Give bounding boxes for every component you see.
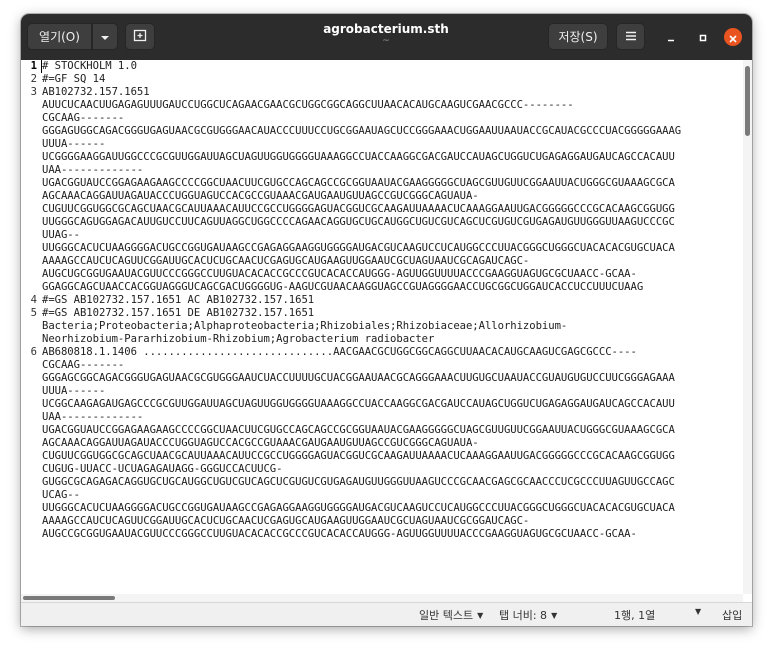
code-line: AUUCUCAACUUGAGAGUUUGAUCCUGGCUCAGAACGAACG…	[42, 99, 574, 111]
code-line: UAA-------------	[42, 411, 144, 423]
code-line: AUGCCGCGGUGAAUACGUUCCCGGGCCUUGUACACACCGC…	[42, 528, 637, 540]
code-line: CGCAAG-------	[42, 359, 125, 371]
code-line: AAAAGCCAUCUCAGUUCGGAUUGCACUCUGCAACUCGAGU…	[42, 255, 530, 267]
code-line: UUUA------	[42, 385, 106, 397]
code-line: AB102732.157.1651	[42, 86, 150, 98]
code-line: AGCAAACAGGAUUAGAUACCCUGGUAGUCCACGCCGUAAA…	[42, 190, 479, 202]
code-line: #=GF SQ 14	[42, 73, 106, 85]
code-line: UCAG--	[42, 489, 80, 501]
line-number: 5	[30, 307, 37, 319]
code-line: UGACGGUAUCCGGAGAAGAAGCCCCGGCUAACUUCGUGCC…	[42, 424, 675, 436]
menu-button[interactable]	[616, 23, 645, 50]
code-line: UCGGGGAAGGAUUGGCCCGCGUUGGAUUAGCUAGUUGGUG…	[42, 151, 675, 163]
code-line: CUGUUCGGUGGCGCAGCUAACGCAUUAAACAUUCCGCCUG…	[42, 450, 675, 462]
chevron-down-icon	[100, 30, 110, 44]
close-icon	[729, 28, 737, 47]
minimize-icon	[666, 28, 676, 47]
code-line: CUGUUCGGUGGCGCAGCUAACGCAUUAAACAUUCCGCCUG…	[42, 203, 675, 215]
tab-width-label: 탭 너비: 8	[499, 609, 548, 622]
code-line: UGACGGUAUCCGGAGAAGAAGCCCCGGCUAACUUCGUGCC…	[42, 177, 675, 189]
code-line: #=GS AB102732.157.1651 DE AB102732.157.1…	[42, 307, 315, 319]
cursor-position[interactable]: 1행, 1열	[614, 607, 655, 623]
save-button[interactable]: 저장(S)	[548, 23, 608, 50]
code-line: Bacteria;Proteobacteria;Alphaproteobacte…	[42, 320, 568, 332]
code-line: GGGAGUGGCAGACGGGUGAGUAACGCGUGGGAACAUACCC…	[42, 125, 682, 137]
maximize-button[interactable]	[695, 29, 711, 45]
code-line: UCGGCAAGAGAUGAGCCCGCGUUGGAUUAGCUAGUUGGUG…	[42, 398, 675, 410]
code-line: #=GS AB102732.157.1651 AC AB102732.157.1…	[42, 294, 315, 306]
hamburger-menu-icon	[625, 30, 637, 44]
open-dropdown-button[interactable]	[92, 23, 118, 50]
code-line: AAAAGCCAUCUCAGUUCGGAUUGCACUCUGCAACUCGAGU…	[42, 515, 530, 527]
close-button[interactable]	[724, 28, 742, 46]
save-button-label: 저장(S)	[558, 30, 598, 44]
code-line: # STOCKHOLM 1.0	[42, 60, 137, 72]
window-title-area: agrobacterium.sth ~	[271, 22, 501, 46]
maximize-icon	[698, 28, 708, 47]
vertical-scrollbar[interactable]	[743, 60, 752, 594]
code-line: UAA-------------	[42, 164, 144, 176]
minimize-button[interactable]	[663, 29, 679, 45]
code-line: CGCAAG-------	[42, 112, 125, 124]
text-editor-window: 열기(O) agrobacterium.sth ~ 저장(S) 1 # STOC…	[21, 14, 752, 626]
open-button-label: 열기(O)	[39, 30, 80, 44]
open-button[interactable]: 열기(O)	[27, 23, 92, 50]
code-line: UUGGGCACUCUAAGGGGACUGCCGGUGAUAAGCCGAGAGG…	[42, 242, 675, 254]
cursor-position-dropdown[interactable]: ▼	[695, 607, 701, 616]
vertical-scrollbar-thumb[interactable]	[745, 66, 750, 136]
new-tab-button[interactable]	[125, 23, 155, 50]
tab-width-selector[interactable]: 탭 너비: 8 ▼	[499, 607, 557, 623]
syntax-selector[interactable]: 일반 텍스트 ▼	[419, 607, 483, 623]
line-number: 6	[30, 346, 37, 358]
horizontal-scrollbar[interactable]	[21, 594, 743, 602]
cursor-dropdown-icon: ▼	[695, 607, 702, 616]
code-line: CUGUG-UUACC-UCUAGAGAUAGG-GGGUCCACUUCG-	[42, 463, 283, 475]
code-line: AUGCUGCGGUGAAUACGUUCCCGGGCCUUGUACACACCGC…	[42, 268, 637, 280]
code-line: UUGGGCAGUGGAGACAUUGUCCUUCAGUUAGGCUGGCCCC…	[42, 216, 675, 228]
header-bar: 열기(O) agrobacterium.sth ~ 저장(S)	[21, 14, 752, 60]
horizontal-scrollbar-thumb[interactable]	[23, 596, 115, 600]
new-tab-icon	[133, 28, 147, 45]
line-number: 4	[30, 294, 37, 306]
line-number: 3	[30, 86, 37, 98]
line-number: 1	[30, 60, 37, 72]
code-line: UUGGGCACUCUAAGGGGACUGCCGGUGAUAAGCCGAGAGG…	[42, 502, 675, 514]
line-number-gutter	[21, 60, 38, 594]
code-line: GGGAGCGGCAGACGGGUGAGUAACGCGUGGGAAUCUACCU…	[42, 372, 675, 384]
code-line: AGCAAACAGGAUUAGAUACCCUGGUAGUCCACGCCGUAAA…	[42, 437, 479, 449]
text-editor-area[interactable]: 1 # STOCKHOLM 1.0 2 #=GF SQ 14 3 AB102732.157…	[21, 60, 752, 594]
tab-width-dropdown-icon: ▼	[551, 610, 558, 620]
code-line: UUUA------	[42, 138, 106, 150]
syntax-label: 일반 텍스트	[419, 609, 474, 622]
code-line: AB680818.1.1406 ........................…	[42, 346, 637, 358]
insert-mode-label: 삽입	[722, 609, 743, 622]
window-title: agrobacterium.sth	[323, 22, 449, 36]
code-line: GUGGCGCAGAGACAGGUGCUGCAUGGCUGUCGUCAGCUCG…	[42, 476, 675, 488]
cursor-position-label: 1행, 1열	[614, 609, 656, 622]
code-line: UUAG--	[42, 229, 80, 241]
text-cursor	[41, 60, 42, 73]
line-number: 2	[30, 73, 37, 85]
status-bar: 일반 텍스트 ▼ 탭 너비: 8 ▼ 1행, 1열 ▼ 삽입	[21, 602, 752, 626]
insert-mode-indicator[interactable]: 삽입	[722, 607, 742, 623]
code-line: Neorhizobium-Pararhizobium-Rhizobium;Agr…	[42, 333, 435, 345]
syntax-dropdown-icon: ▼	[477, 610, 484, 620]
code-line: GGAGGCAGCUAACCACGGUAGGGUCAGCGACUGGGGUG-A…	[42, 281, 644, 293]
window-subtitle: ~	[382, 36, 390, 46]
